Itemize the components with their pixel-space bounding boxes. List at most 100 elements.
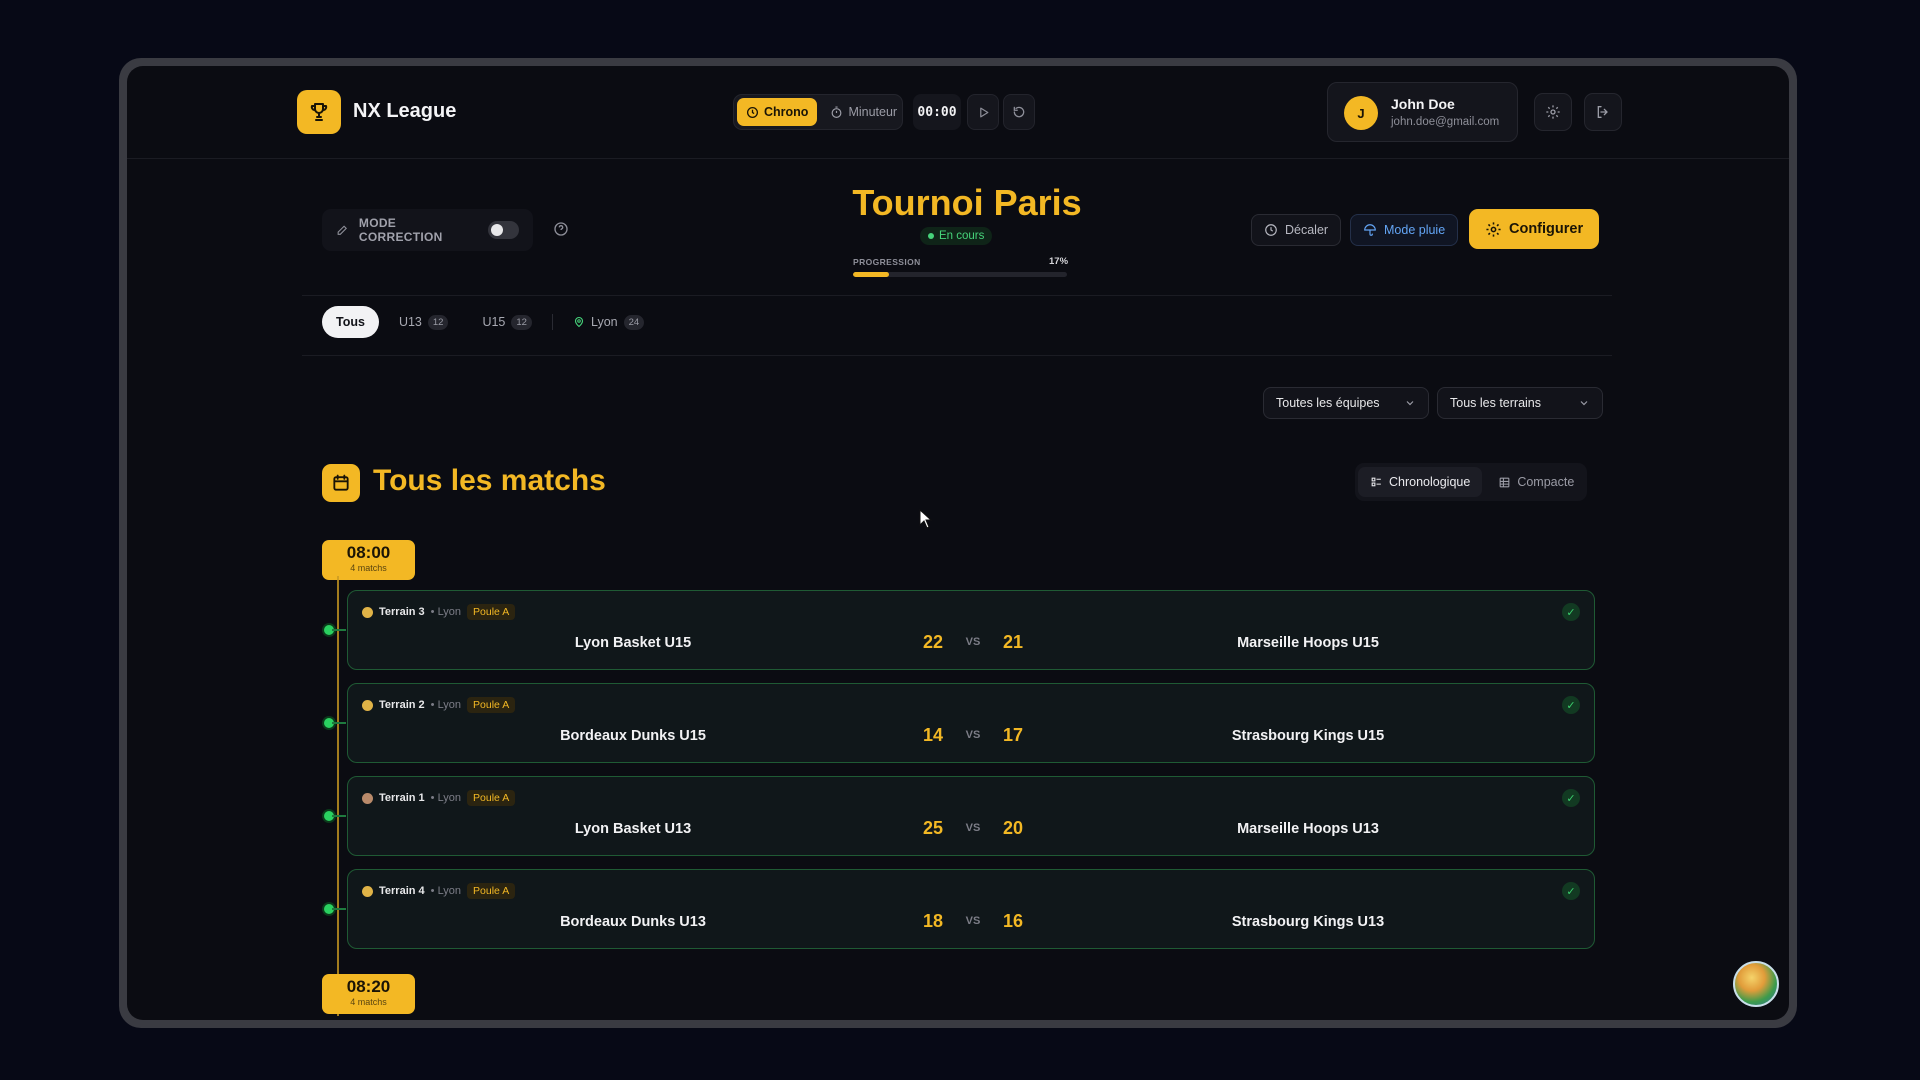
mouse-cursor-icon: [919, 508, 933, 534]
match-city: • Lyon: [430, 699, 462, 711]
play-icon: [979, 107, 988, 117]
terrains-select[interactable]: Tous les terrains: [1437, 387, 1603, 419]
time-slot-time: 08:00: [346, 543, 391, 562]
minuteur-button[interactable]: Minuteur: [821, 98, 906, 126]
trophy-icon[interactable]: [297, 90, 341, 134]
check-icon: ✓: [1562, 882, 1580, 900]
match-meta: Terrain 3 • Lyon Poule A: [362, 604, 516, 620]
tab-lyon[interactable]: Lyon 24: [559, 306, 658, 338]
user-email: john.doe@gmail.com: [1391, 116, 1500, 128]
device-frame: NX League Chrono Minuteur 00:00 J John D…: [119, 58, 1797, 1028]
match-card[interactable]: Terrain 3 • Lyon Poule A ✓ Lyon Basket U…: [347, 590, 1595, 670]
match-city: • Lyon: [430, 885, 462, 897]
chrono-label: Chrono: [764, 105, 809, 119]
home-score: 25: [922, 818, 944, 838]
help-icon[interactable]: [553, 221, 569, 242]
view-label: Compacte: [1517, 475, 1575, 489]
away-score: 21: [1002, 632, 1024, 652]
calendar-icon: [322, 464, 360, 502]
view-chronologique-button[interactable]: Chronologique: [1358, 467, 1483, 497]
terrains-select-value: Tous les terrains: [1450, 396, 1542, 410]
away-team: Strasbourg Kings U15: [1231, 728, 1385, 744]
decaler-label: Décaler: [1285, 223, 1329, 237]
home-team: Lyon Basket U15: [574, 635, 692, 651]
decaler-button[interactable]: Décaler: [1251, 214, 1342, 246]
page-title: Tournoi Paris: [852, 182, 1082, 223]
match-meta: Terrain 2 • Lyon Poule A: [362, 697, 516, 713]
time-slot-chip: 08:20 4 matchs: [322, 974, 415, 1014]
status-badge: En cours: [920, 227, 993, 245]
reset-icon: [1013, 106, 1025, 118]
match-city: • Lyon: [430, 792, 462, 804]
progress-percent: 17%: [1049, 256, 1069, 267]
tab-separator: [551, 314, 553, 330]
progress-label: PROGRESSION: [853, 257, 921, 267]
status-label: En cours: [939, 230, 985, 242]
check-icon: ✓: [1562, 696, 1580, 714]
home-score: 18: [922, 911, 944, 931]
view-switch: Chronologique Compacte: [1355, 463, 1587, 501]
table-icon: [1499, 477, 1510, 487]
category-tabs: Tous U13 12 U15 12 Lyon 24: [322, 306, 664, 338]
tab-count: 24: [623, 314, 645, 330]
match-terrain: Terrain 1: [379, 792, 425, 804]
configurer-button[interactable]: Configurer: [1469, 209, 1600, 249]
match-poule-badge: Poule A: [467, 604, 516, 620]
timeline-line: [337, 576, 339, 1016]
play-button[interactable]: [967, 94, 999, 130]
timeline-connector: [332, 629, 346, 631]
list-icon: [1371, 477, 1381, 486]
progress-bar: [853, 272, 1067, 277]
match-poule-badge: Poule A: [467, 697, 516, 713]
reset-button[interactable]: [1003, 94, 1035, 130]
gear-icon: [1546, 105, 1560, 119]
timer-icon: [832, 105, 842, 118]
basketball-icon: [362, 606, 373, 618]
match-meta: Terrain 4 • Lyon Poule A: [362, 883, 516, 899]
pencil-icon: [337, 225, 347, 235]
mode-correction-toggle[interactable]: MODE CORRECTION: [322, 209, 533, 251]
home-score: 14: [922, 725, 944, 745]
tab-u13[interactable]: U13 12: [385, 306, 463, 338]
timeline-connector: [332, 908, 346, 910]
tab-tous[interactable]: Tous: [322, 306, 379, 338]
user-card[interactable]: J John Doe john.doe@gmail.com: [1327, 82, 1518, 142]
gear-icon: [1486, 221, 1501, 237]
clock-icon: [746, 106, 759, 118]
away-team: Strasbourg Kings U13: [1231, 914, 1385, 930]
vs-label: VS: [965, 729, 981, 741]
match-card[interactable]: Terrain 1 • Lyon Poule A ✓ Lyon Basket U…: [347, 776, 1595, 856]
user-name: John Doe: [1391, 96, 1455, 112]
match-card[interactable]: Terrain 2 • Lyon Poule A ✓ Bordeaux Dunk…: [347, 683, 1595, 763]
match-terrain: Terrain 4: [379, 885, 425, 897]
time-slot-time: 08:20: [346, 977, 391, 996]
home-team: Bordeaux Dunks U13: [560, 914, 706, 930]
mode-correction-label: MODE CORRECTION: [358, 216, 443, 244]
logout-button[interactable]: [1584, 93, 1622, 131]
teams-select[interactable]: Toutes les équipes: [1263, 387, 1429, 419]
timeline-connector: [332, 815, 346, 817]
view-compacte-button[interactable]: Compacte: [1486, 467, 1586, 497]
chrono-button[interactable]: Chrono: [737, 98, 818, 126]
time-slot-chip: 08:00 4 matchs: [322, 540, 415, 580]
tab-u15[interactable]: U15 12: [468, 306, 546, 338]
clock-icon: [1265, 224, 1277, 236]
match-poule-badge: Poule A: [467, 883, 516, 899]
match-terrain: Terrain 3: [379, 606, 425, 618]
match-card[interactable]: Terrain 4 • Lyon Poule A ✓ Bordeaux Dunk…: [347, 869, 1595, 949]
match-meta: Terrain 1 • Lyon Poule A: [362, 790, 516, 806]
basketball-icon: [362, 885, 373, 897]
avatar: J: [1344, 96, 1378, 130]
check-icon: ✓: [1562, 603, 1580, 621]
time-slot-count: 4 matchs: [350, 563, 387, 573]
check-icon: ✓: [1562, 789, 1580, 807]
settings-button[interactable]: [1534, 93, 1572, 131]
mode-pluie-button[interactable]: Mode pluie: [1350, 214, 1459, 246]
tab-label: U13: [398, 315, 422, 329]
floating-avatar-button[interactable]: [1733, 961, 1779, 1007]
vs-label: VS: [965, 915, 981, 927]
mode-correction-switch[interactable]: [487, 221, 519, 239]
minuteur-label: Minuteur: [848, 105, 898, 119]
app-screen: NX League Chrono Minuteur 00:00 J John D…: [127, 66, 1789, 1020]
tab-count: 12: [511, 314, 532, 330]
